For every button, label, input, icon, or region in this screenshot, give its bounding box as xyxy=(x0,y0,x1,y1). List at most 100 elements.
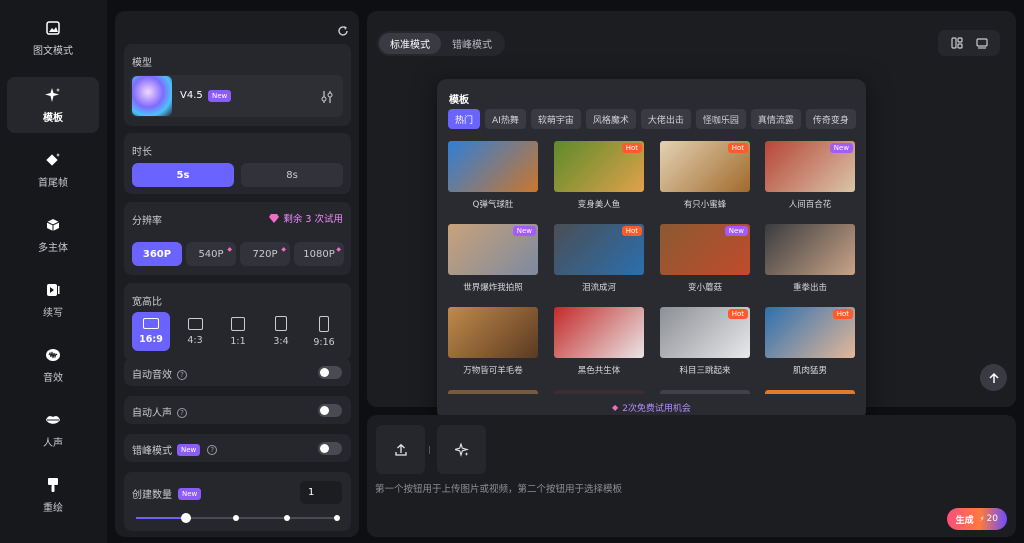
aspect-9-16-icon xyxy=(319,315,329,332)
model-selector[interactable]: V4.5 New xyxy=(130,75,343,117)
duration-8s-button[interactable]: 8s xyxy=(241,163,343,187)
prompt-area: 第一个按钮用于上传图片或视频，第二个按钮用于选择模板 生成 ⚡ 20 xyxy=(367,415,1016,537)
duration-card: 时长 5s 8s xyxy=(124,133,351,194)
duration-5s-button[interactable]: 5s xyxy=(132,163,234,187)
resolution-1080p-button[interactable]: 1080P ◆ xyxy=(294,242,344,266)
template-card[interactable]: New 人间百合花 xyxy=(765,141,855,210)
help-icon[interactable]: ? xyxy=(177,408,187,418)
template-card[interactable]: Q弹气球肚 xyxy=(448,141,538,210)
trial-note: 剩余 3 次试用 xyxy=(269,211,343,225)
upload-button[interactable] xyxy=(376,425,425,474)
hot-badge: Hot xyxy=(832,309,853,319)
template-category-chip[interactable]: 传奇变身 xyxy=(805,109,856,129)
template-card[interactable]: Hot 泪流成河 xyxy=(554,224,644,293)
template-name: 泪流成河 xyxy=(581,283,616,293)
template-card[interactable]: 重拳出击 xyxy=(765,224,855,293)
template-name: 万物皆可羊毛卷 xyxy=(463,366,523,376)
peak-mode-toggle[interactable] xyxy=(318,442,342,455)
template-thumbnail xyxy=(448,307,538,358)
auto-voice-toggle[interactable] xyxy=(318,404,342,417)
nav-item-repaint[interactable]: 重绘 xyxy=(7,467,99,523)
aspect-16-9-button[interactable]: 16:9 xyxy=(132,312,170,351)
model-version: V4.5 xyxy=(180,90,203,101)
tab-peak-mode[interactable]: 错峰模式 xyxy=(441,33,503,54)
tab-standard-mode[interactable]: 标准模式 xyxy=(379,33,441,54)
view-switcher xyxy=(938,30,1000,56)
template-card[interactable]: 万物皆可羊毛卷 xyxy=(448,307,538,376)
auto-sfx-toggle[interactable] xyxy=(318,366,342,379)
resolution-540p-button[interactable]: 540P ◆ xyxy=(186,242,236,266)
upload-icon xyxy=(394,443,407,456)
aspect-1-1-icon xyxy=(231,316,245,331)
new-badge: New xyxy=(178,487,202,500)
template-card[interactable]: Hot 有只小蜜蜂 xyxy=(660,141,750,210)
template-category-chip[interactable]: 软萌宇宙 xyxy=(530,109,581,129)
duration-label: 时长 xyxy=(132,147,152,158)
template-card[interactable]: New 世界爆炸我拍照 xyxy=(448,224,538,293)
model-thumbnail xyxy=(132,76,172,116)
gem-icon: ◆ xyxy=(612,402,619,412)
template-category-chip[interactable]: 真情流露 xyxy=(750,109,801,129)
hot-badge: Hot xyxy=(727,143,748,153)
list-view-icon[interactable] xyxy=(975,34,988,53)
count-slider[interactable] xyxy=(136,513,340,523)
nav-item-multi-subject[interactable]: 多主体 xyxy=(7,207,99,263)
count-slider-stop[interactable] xyxy=(284,515,290,521)
new-badge: New xyxy=(724,226,748,236)
aspect-3-4-button[interactable]: 3:4 xyxy=(262,312,300,351)
count-slider-stop[interactable] xyxy=(334,515,340,521)
diamond-sparkle-icon xyxy=(45,152,61,168)
template-card[interactable]: Hot 肌肉猛男 xyxy=(765,307,855,376)
template-thumbnail: New xyxy=(448,224,538,275)
nav-item-label: 音效 xyxy=(43,372,63,384)
template-category-chip[interactable]: AI热舞 xyxy=(485,109,526,129)
count-slider-handle[interactable] xyxy=(181,513,191,523)
refresh-icon[interactable] xyxy=(337,22,349,41)
nav-item-continue[interactable]: 续写 xyxy=(7,272,99,328)
lips-icon xyxy=(45,412,61,428)
help-icon[interactable]: ? xyxy=(177,370,187,380)
template-card[interactable]: New 变小蘑菇 xyxy=(660,224,750,293)
nav-item-label: 图文模式 xyxy=(33,45,73,57)
generate-button[interactable]: 生成 ⚡ 20 xyxy=(946,508,1007,530)
template-card[interactable]: Hot 科目三跳起来 xyxy=(660,307,750,376)
hot-badge: Hot xyxy=(621,143,642,153)
aspect-4-3-button[interactable]: 4:3 xyxy=(176,312,214,351)
scroll-to-top-button[interactable] xyxy=(980,364,1007,391)
template-name: 人间百合花 xyxy=(788,200,832,210)
count-input[interactable]: 1 xyxy=(300,481,342,504)
template-category-chip[interactable]: 风格魔术 xyxy=(585,109,636,129)
template-category-chip[interactable]: 大佬出击 xyxy=(640,109,691,129)
prompt-input[interactable]: 第一个按钮用于上传图片或视频，第二个按钮用于选择模板 xyxy=(375,481,622,495)
template-select-button[interactable] xyxy=(437,425,486,474)
nav-item-sound-effect[interactable]: 音效 xyxy=(7,337,99,393)
help-icon[interactable]: ? xyxy=(207,444,218,455)
aspect-card: 宽高比 16:9 4:3 1:1 3:4 9:16 xyxy=(124,283,351,361)
resolution-360p-button[interactable]: 360P xyxy=(132,242,182,266)
aspect-9-16-button[interactable]: 9:16 xyxy=(305,312,343,351)
model-card: 模型 V4.5 New xyxy=(124,44,351,126)
adjust-icon[interactable] xyxy=(321,89,333,108)
template-category-chip[interactable]: 怪咖乐园 xyxy=(695,109,746,129)
nav-item-voice[interactable]: 人声 xyxy=(7,402,99,458)
auto-voice-row: 自动人声? xyxy=(124,396,351,424)
template-name: 肌肉猛男 xyxy=(792,366,827,376)
peak-mode-row: 错峰模式 New? xyxy=(124,434,351,462)
template-card[interactable]: 黑色共生体 xyxy=(554,307,644,376)
nav-item-template[interactable]: 模板 xyxy=(7,77,99,133)
aspect-3-4-label: 3:4 xyxy=(273,336,289,347)
count-slider-stop[interactable] xyxy=(233,515,239,521)
peak-mode-label: 错峰模式 New? xyxy=(132,442,218,457)
template-category-chip[interactable]: 热门 xyxy=(448,109,481,129)
nav-item-first-last-frame[interactable]: 首尾帧 xyxy=(7,142,99,198)
aspect-16-9-icon xyxy=(143,318,159,329)
template-category-chips: 热门 AI热舞 软萌宇宙 风格魔术 大佬出击 怪咖乐园 真情流露 传奇变身 xyxy=(448,109,856,129)
nav-item-image-text[interactable]: 图文模式 xyxy=(7,10,99,66)
aspect-1-1-button[interactable]: 1:1 xyxy=(219,312,257,351)
sound-wave-icon xyxy=(45,347,61,363)
template-card[interactable]: Hot 变身美人鱼 xyxy=(554,141,644,210)
template-thumbnail xyxy=(554,307,644,358)
resolution-720p-button[interactable]: 720P ◆ xyxy=(240,242,290,266)
grid-view-icon[interactable] xyxy=(950,34,963,53)
count-card: 创建数量 New 1 xyxy=(124,472,351,531)
